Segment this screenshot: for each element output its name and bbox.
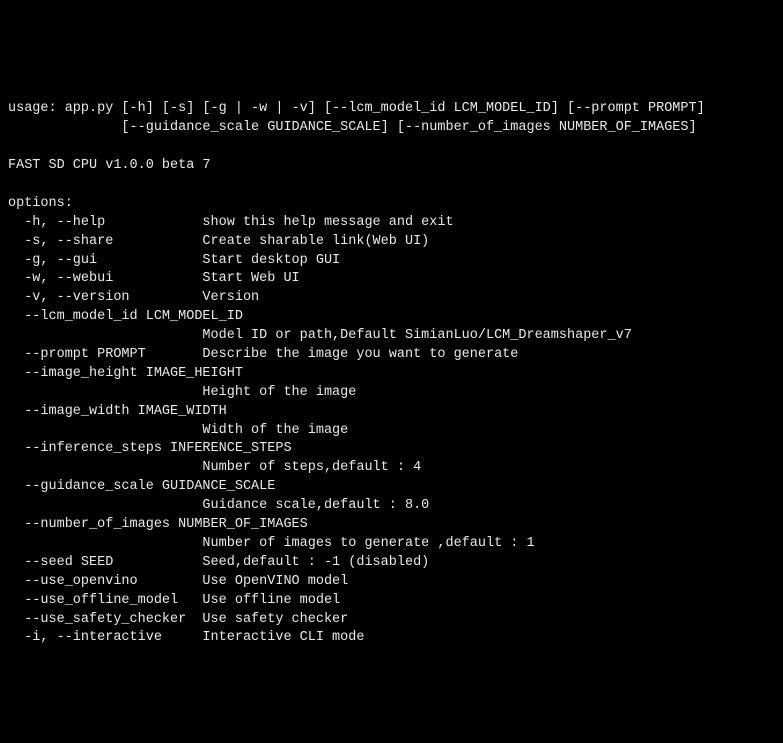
option-seed: --seed SEED Seed,default : -1 (disabled) xyxy=(8,555,429,570)
option-share: -s, --share Create sharable link(Web UI) xyxy=(8,234,429,249)
option-prompt: --prompt PROMPT Describe the image you w… xyxy=(8,347,518,362)
option-version: -v, --version Version xyxy=(8,290,259,305)
app-title: FAST SD CPU v1.0.0 beta 7 xyxy=(8,158,211,173)
option-use-safety-checker: --use_safety_checker Use safety checker xyxy=(8,612,348,627)
option-guidance-scale-flag: --guidance_scale GUIDANCE_SCALE xyxy=(8,479,275,494)
terminal-output: usage: app.py [-h] [-s] [-g | -w | -v] [… xyxy=(8,82,775,649)
option-use-openvino: --use_openvino Use OpenVINO model xyxy=(8,574,348,589)
usage-line-2: [--guidance_scale GUIDANCE_SCALE] [--num… xyxy=(8,120,697,135)
option-inference-steps-desc: Number of steps,default : 4 xyxy=(8,460,421,475)
option-gui: -g, --gui Start desktop GUI xyxy=(8,253,340,268)
option-image-height-flag: --image_height IMAGE_HEIGHT xyxy=(8,366,243,381)
option-lcm-model-id-desc: Model ID or path,Default SimianLuo/LCM_D… xyxy=(8,328,632,343)
options-header: options: xyxy=(8,196,73,211)
option-image-height-desc: Height of the image xyxy=(8,385,356,400)
option-number-of-images-desc: Number of images to generate ,default : … xyxy=(8,536,535,551)
usage-line-1: usage: app.py [-h] [-s] [-g | -w | -v] [… xyxy=(8,101,705,116)
option-image-width-flag: --image_width IMAGE_WIDTH xyxy=(8,404,227,419)
option-number-of-images-flag: --number_of_images NUMBER_OF_IMAGES xyxy=(8,517,308,532)
option-interactive: -i, --interactive Interactive CLI mode xyxy=(8,630,364,645)
option-guidance-scale-desc: Guidance scale,default : 8.0 xyxy=(8,498,429,513)
option-inference-steps-flag: --inference_steps INFERENCE_STEPS xyxy=(8,441,292,456)
option-webui: -w, --webui Start Web UI xyxy=(8,271,300,286)
option-image-width-desc: Width of the image xyxy=(8,423,348,438)
option-lcm-model-id-flag: --lcm_model_id LCM_MODEL_ID xyxy=(8,309,243,324)
option-use-offline-model: --use_offline_model Use offline model xyxy=(8,593,340,608)
option-help: -h, --help show this help message and ex… xyxy=(8,215,454,230)
